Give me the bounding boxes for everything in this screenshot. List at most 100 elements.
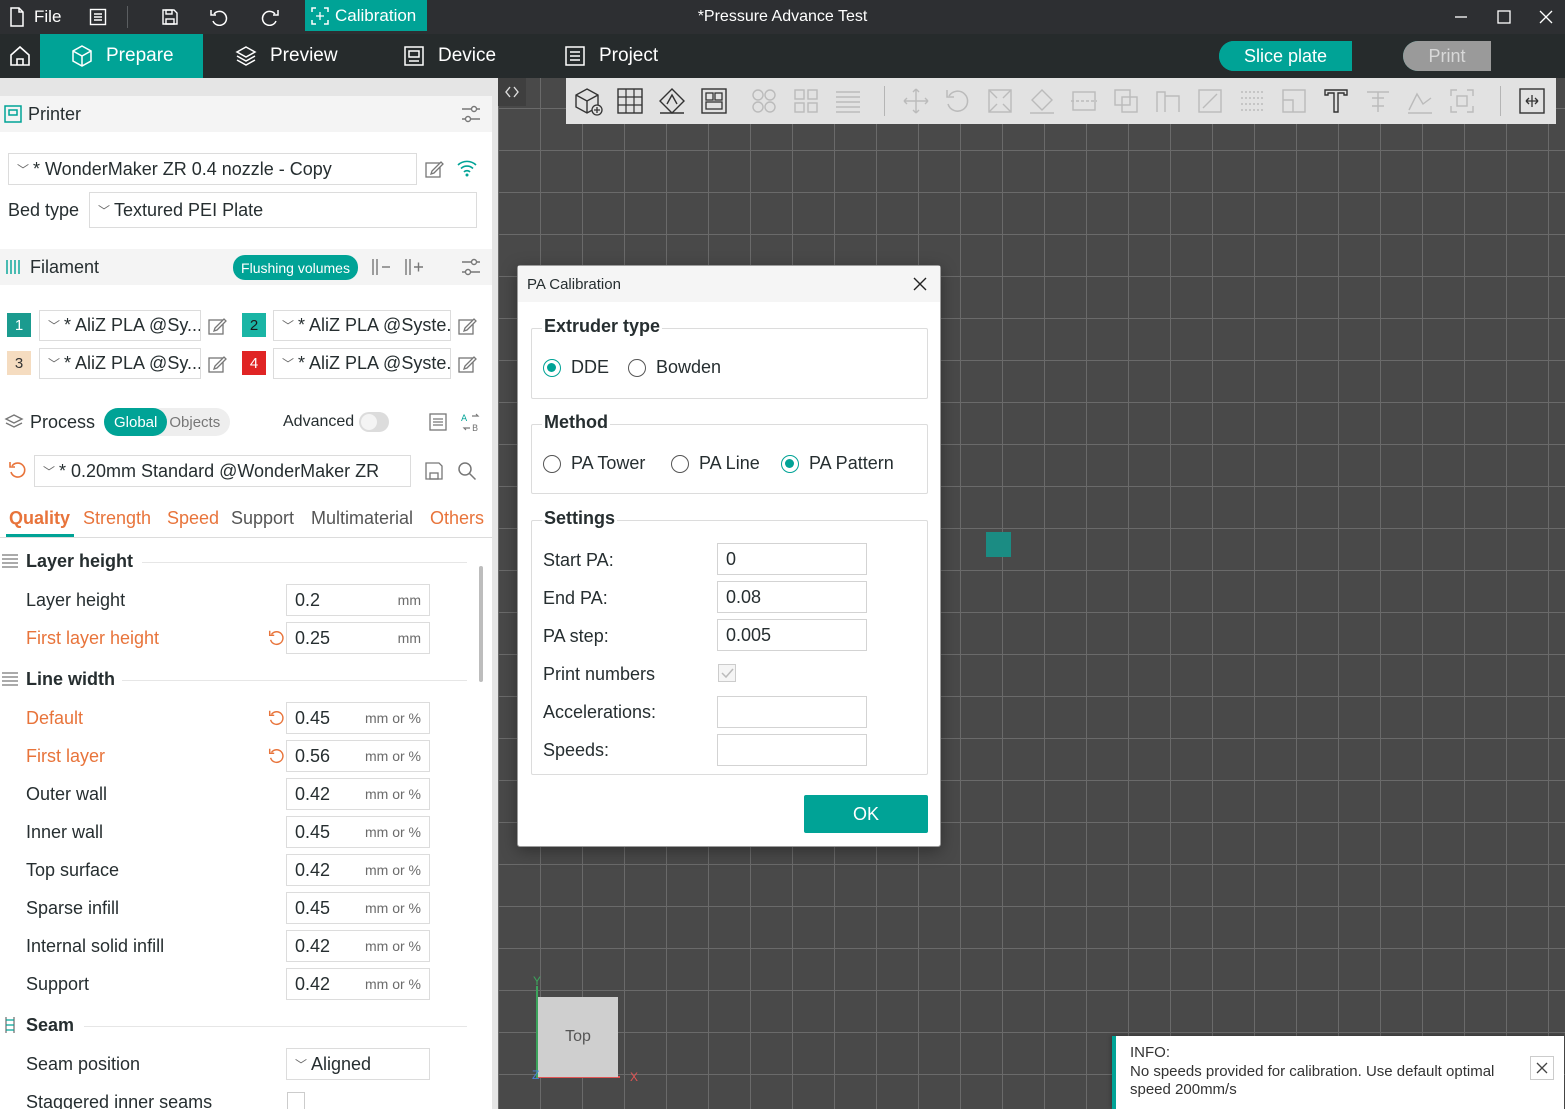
edit-filament-2-icon[interactable] [456,315,478,337]
fuzzy-skin-icon[interactable] [1236,85,1268,117]
line-width-sparse-infill-input[interactable]: 0.45 mm or % [286,892,430,924]
save-preset-icon[interactable] [423,460,445,482]
scale-icon[interactable] [984,85,1016,117]
line-width-support-input[interactable]: 0.42 mm or % [286,968,430,1000]
assembly-icon[interactable] [1362,85,1394,117]
bed-type-select[interactable]: ﹀ Textured PEI Plate [89,192,477,228]
filament-slot-1-select[interactable]: ﹀ * AliZ PLA @Sy... [39,310,201,341]
tab-device[interactable]: Device [402,34,496,78]
tab-prepare[interactable]: Prepare [40,34,203,78]
variable-layer-icon[interactable] [832,85,864,117]
flushing-volumes-button[interactable]: Flushing volumes [233,255,358,280]
add-filament-icon[interactable] [403,257,425,277]
reset-preset-icon[interactable] [6,459,28,481]
boolean-icon[interactable] [1110,85,1142,117]
compare-presets-icon[interactable]: AB [460,411,482,433]
tab-preview[interactable]: Preview [234,34,338,78]
add-plate-icon[interactable] [614,85,646,117]
emboss-icon[interactable] [1446,85,1478,117]
process-list-icon[interactable] [427,411,449,433]
tab-multimaterial[interactable]: Multimaterial [311,508,413,529]
edit-filament-3-icon[interactable] [206,353,228,375]
print-numbers-checkbox[interactable] [718,664,736,682]
filament-slot-2-select[interactable]: ﹀ * AliZ PLA @Syste... [273,310,451,341]
tab-quality[interactable]: Quality [9,508,70,529]
tab-strength[interactable]: Strength [83,508,151,529]
filament-slot-2-badge[interactable]: 2 [242,313,266,337]
start-pa-input[interactable]: 0 [717,543,867,575]
advanced-toggle[interactable] [359,412,389,432]
scope-objects[interactable]: Objects [167,414,224,431]
line-width-first-layer-input[interactable]: 0.56 mm or % [286,740,430,772]
speeds-input[interactable] [717,734,867,766]
line-width-default-input[interactable]: 0.45 mm or % [286,702,430,734]
move-icon[interactable] [900,85,932,117]
arrange-icon[interactable] [698,85,730,117]
cut-icon[interactable] [1068,85,1100,117]
end-pa-input[interactable]: 0.08 [717,581,867,613]
sidebar-scrollbar[interactable] [479,566,483,682]
process-preset-select[interactable]: ﹀ * 0.20mm Standard @WonderMaker ZR [34,455,411,487]
accelerations-input[interactable] [717,696,867,728]
filament-slot-4-select[interactable]: ﹀ * AliZ PLA @Syste... [273,348,451,379]
tab-support[interactable]: Support [231,508,294,529]
menu-icon[interactable] [86,5,110,29]
line-width-outer-wall-input[interactable]: 0.42 mm or % [286,778,430,810]
text-tool-icon[interactable] [1320,85,1352,117]
method-pa-line-radio[interactable]: PA Line [671,453,760,474]
process-scope-switch[interactable]: Global Objects [104,408,230,436]
line-width-inner-wall-input[interactable]: 0.45 mm or % [286,816,430,848]
edit-filament-4-icon[interactable] [456,353,478,375]
lay-on-face-icon[interactable] [1026,85,1058,117]
tab-others[interactable]: Others [430,508,484,529]
close-window-button[interactable] [1524,0,1565,34]
layer-height-input[interactable]: 0.2 mm [286,584,430,616]
add-object-icon[interactable] [572,85,604,117]
minimize-button[interactable] [1439,0,1483,34]
slice-plate-button[interactable]: Slice plate [1219,41,1384,71]
wifi-icon[interactable] [455,157,479,179]
reset-icon[interactable] [266,708,286,728]
calibration-menu-button[interactable]: Calibration [305,0,427,31]
auto-orient-icon[interactable] [656,85,688,117]
split-parts-icon[interactable] [790,85,822,117]
mesh-repair-icon[interactable] [1404,85,1436,117]
measure-icon[interactable] [1278,85,1310,117]
staggered-inner-seams-checkbox[interactable] [287,1092,305,1109]
line-width-top-surface-input[interactable]: 0.42 mm or % [286,854,430,886]
close-icon[interactable] [1530,1056,1554,1080]
filament-slot-3-badge[interactable]: 3 [7,351,31,375]
tab-speed[interactable]: Speed [167,508,219,529]
line-width-internal-solid-infill-input[interactable]: 0.42 mm or % [286,930,430,962]
print-button[interactable]: Print [1403,41,1523,71]
home-icon[interactable] [0,34,40,78]
method-pa-pattern-radio[interactable]: PA Pattern [781,453,894,474]
filament-slot-1-badge[interactable]: 1 [7,313,31,337]
split-objects-icon[interactable] [748,85,780,117]
extruder-bowden-radio[interactable]: Bowden [628,357,721,378]
filament-slot-4-badge[interactable]: 4 [242,351,266,375]
scope-global[interactable]: Global [104,408,168,436]
plate-view-icon[interactable] [1516,85,1548,117]
redo-icon[interactable] [258,5,282,29]
edit-filament-1-icon[interactable] [206,315,228,337]
reset-icon[interactable] [266,628,286,648]
collapse-sidebar-icon[interactable] [498,78,526,106]
edit-printer-icon[interactable] [423,158,445,180]
maximize-button[interactable] [1482,0,1526,34]
support-paint-icon[interactable] [1152,85,1184,117]
save-icon[interactable] [158,5,182,29]
seam-paint-icon[interactable] [1194,85,1226,117]
pa-step-input[interactable]: 0.005 [717,619,867,651]
filament-slot-3-select[interactable]: ﹀ * AliZ PLA @Sy... [39,348,201,379]
method-pa-tower-radio[interactable]: PA Tower [543,453,645,474]
file-menu[interactable]: File [8,0,61,34]
printer-select[interactable]: ﹀ * WonderMaker ZR 0.4 nozzle - Copy [8,153,417,185]
tab-project[interactable]: Project [563,34,658,78]
remove-filament-icon[interactable] [370,257,392,277]
printer-settings-icon[interactable] [460,104,482,124]
seam-position-select[interactable]: ﹀ Aligned [286,1048,430,1080]
rotate-icon[interactable] [942,85,974,117]
extruder-dde-radio[interactable]: DDE [543,357,609,378]
filament-settings-icon[interactable] [460,257,482,277]
